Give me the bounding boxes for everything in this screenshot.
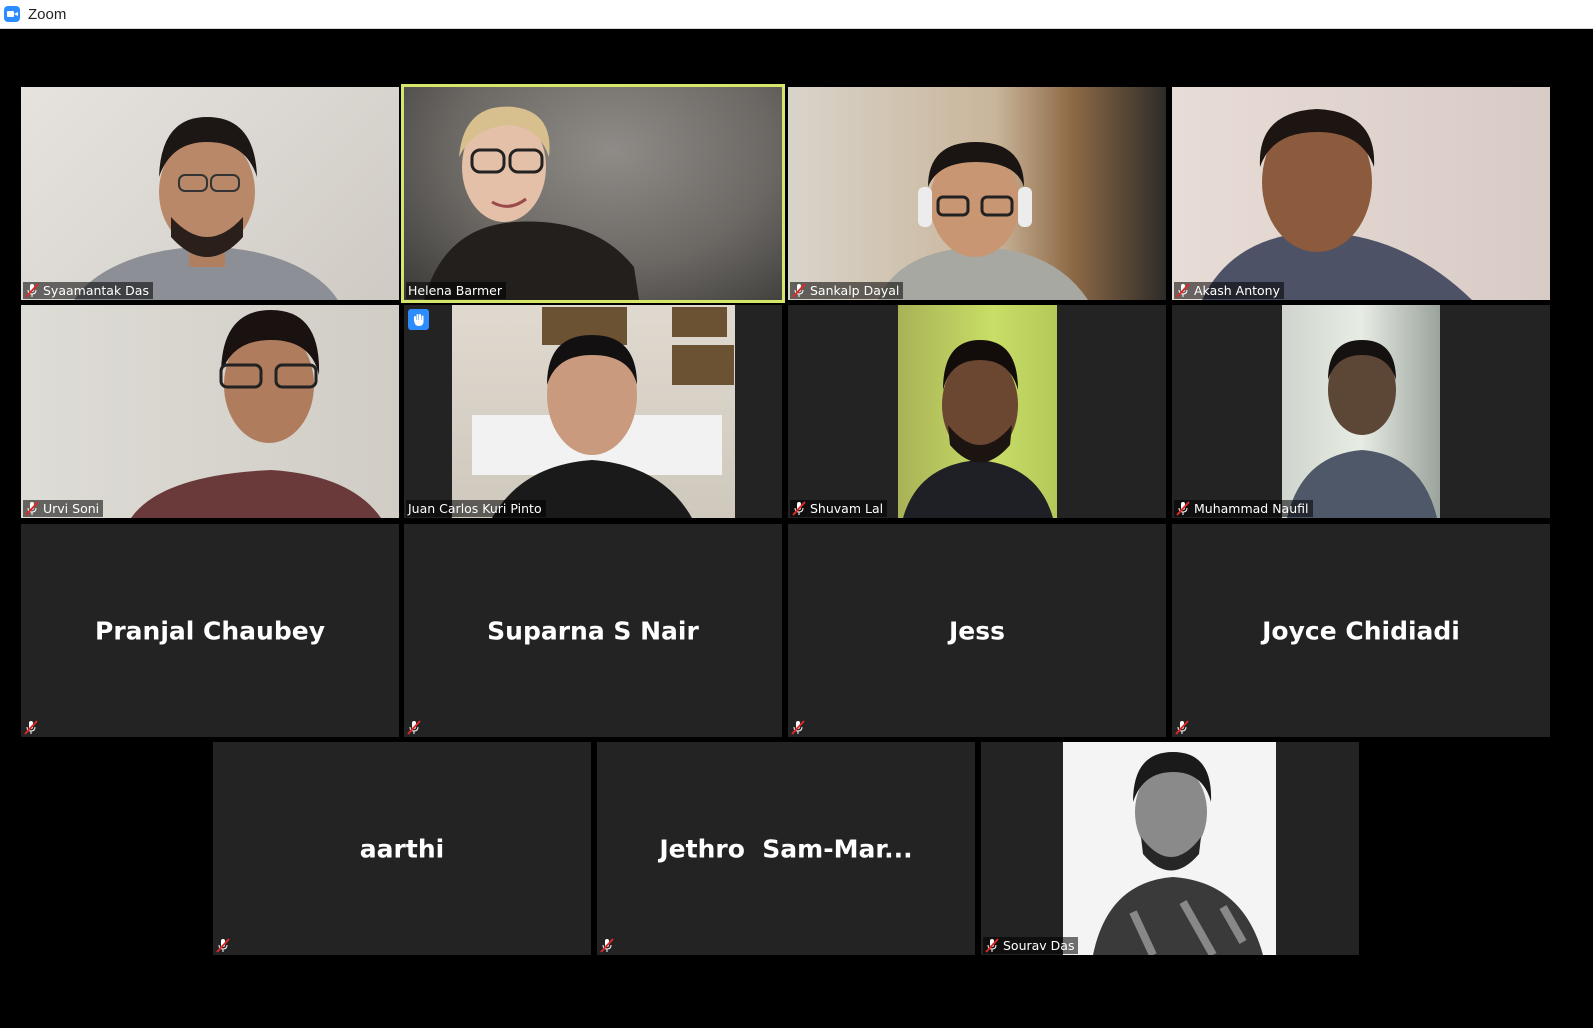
participant-name-large: Jethro Sam-Mar... [659,834,913,863]
person-silhouette [1287,340,1437,518]
person-silhouette [1202,109,1472,300]
participant-tile-sankalp[interactable]: Sankalp Dayal [788,87,1166,300]
mic-off-icon [985,938,999,953]
participant-label: Muhammad Naufil [1174,500,1313,517]
participant-label: Akash Antony [1174,282,1284,299]
participant-label: Urvi Soni [23,500,104,517]
mic-off-icon [407,720,421,735]
mic-off-icon [791,720,805,735]
mic-off-icon [25,283,39,298]
person-silhouette [472,307,734,518]
raised-hand-icon [408,309,429,330]
participant-name-large: Suparna S Nair [487,616,699,645]
participant-label: Helena Barmer [406,282,506,299]
participant-tile-suparna[interactable]: Suparna S Nair [404,524,782,737]
mic-off-icon [792,501,806,516]
participant-label: Sourav Das [983,937,1079,954]
zoom-camera-icon [4,6,20,22]
video-feed [898,305,1057,518]
profile-photo [1063,742,1276,955]
participant-name: Helena Barmer [408,283,502,298]
person-silhouette [131,310,381,518]
person-silhouette [424,106,639,300]
participant-name: Urvi Soni [43,501,100,516]
person-silhouette [878,142,1088,300]
mic-off-icon [1176,501,1190,516]
participant-label: Syaamantak Das [23,282,153,299]
participant-name-large: Joyce Chidiadi [1262,616,1460,645]
participant-tile-syaamantak[interactable]: Syaamantak Das [21,87,399,300]
participant-name: Akash Antony [1194,283,1280,298]
person-silhouette [1093,752,1263,955]
participant-name: Sankalp Dayal [810,283,900,298]
participant-label: Sankalp Dayal [790,282,904,299]
participant-tile-akash[interactable]: Akash Antony [1172,87,1550,300]
video-feed [452,305,735,518]
participant-name-large: Pranjal Chaubey [95,616,325,645]
participant-tile-sourav[interactable]: Sourav Das [981,742,1359,955]
participant-tile-joyce[interactable]: Joyce Chidiadi [1172,524,1550,737]
video-feed [404,87,782,300]
title-bar: Zoom [0,0,1593,29]
video-feed [1172,87,1550,300]
mic-off-icon [792,283,806,298]
participant-tile-muhammad[interactable]: Muhammad Naufil [1172,305,1550,518]
participant-name: Muhammad Naufil [1194,501,1309,516]
participant-tile-shuvam[interactable]: Shuvam Lal [788,305,1166,518]
participant-label: Shuvam Lal [790,500,888,517]
participant-tile-pranjal[interactable]: Pranjal Chaubey [21,524,399,737]
person-silhouette [74,117,338,300]
mic-off-icon [24,720,38,735]
participant-tile-urvi[interactable]: Urvi Soni [21,305,399,518]
window-title: Zoom [28,5,67,23]
participant-tile-helena[interactable]: Helena Barmer [401,84,785,303]
participant-name: Sourav Das [1003,938,1075,953]
video-feed [21,87,399,300]
mic-off-icon [600,938,614,953]
video-feed [21,305,399,518]
mic-off-icon [25,501,39,516]
video-feed [1282,305,1440,518]
participant-name-large: aarthi [359,834,445,863]
participant-tile-aarthi[interactable]: aarthi [213,742,591,955]
mic-off-icon [216,938,230,953]
participant-name: Shuvam Lal [810,501,884,516]
person-silhouette [903,340,1053,518]
participant-name: Syaamantak Das [43,283,149,298]
participant-tile-juan[interactable]: Juan Carlos Kuri Pinto [404,305,782,518]
participant-tile-jethro[interactable]: Jethro Sam-Mar... [597,742,975,955]
video-feed [788,87,1166,300]
participant-label: Juan Carlos Kuri Pinto [406,500,546,517]
participant-tile-jess[interactable]: Jess [788,524,1166,737]
mic-off-icon [1176,283,1190,298]
participant-name: Juan Carlos Kuri Pinto [408,501,542,516]
participant-name-large: Jess [948,616,1006,645]
mic-off-icon [1175,720,1189,735]
